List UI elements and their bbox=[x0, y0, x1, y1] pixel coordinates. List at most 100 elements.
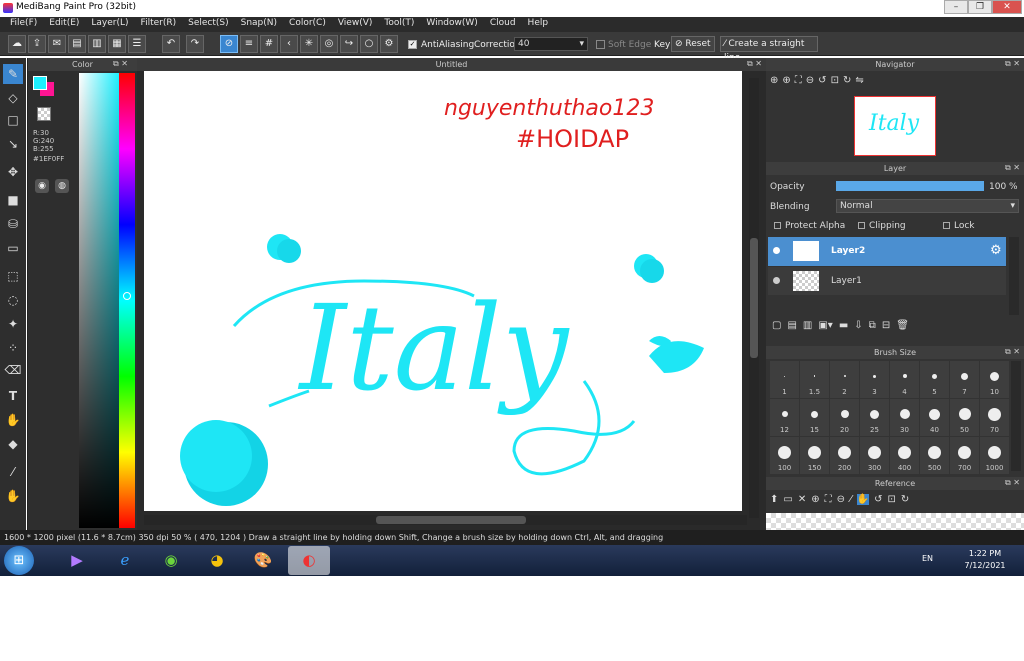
bucket-tool-icon[interactable]: ⛁ bbox=[3, 214, 23, 234]
merge-icon[interactable]: ⊟ bbox=[882, 320, 890, 331]
gear-icon[interactable]: ⚙ bbox=[990, 243, 1002, 258]
curve-snap-icon[interactable]: ↪ bbox=[340, 35, 358, 53]
soft-edge-checkbox[interactable] bbox=[596, 40, 605, 49]
document-icon[interactable]: ▥ bbox=[88, 35, 106, 53]
rotate-left-icon[interactable]: ↺ bbox=[874, 494, 882, 505]
menu-snap[interactable]: Snap(N) bbox=[235, 17, 283, 32]
brush-size-option[interactable]: 30 bbox=[890, 399, 919, 436]
reset-icon[interactable]: ⊡ bbox=[888, 494, 896, 505]
clock[interactable]: 1:22 PM 7/12/2021 bbox=[955, 548, 1015, 572]
brush-size-option[interactable]: 100 bbox=[770, 437, 799, 474]
internet-explorer-icon[interactable]: e bbox=[104, 546, 146, 575]
open-folder-icon[interactable]: ▭ bbox=[783, 494, 792, 505]
coc-coc-icon[interactable]: ◉ bbox=[150, 546, 192, 575]
fill-rect-icon[interactable]: ■ bbox=[3, 190, 23, 210]
brush-size-option[interactable]: 70 bbox=[980, 399, 1009, 436]
brush-scrollbar[interactable] bbox=[1011, 361, 1021, 471]
brush-size-option[interactable]: 25 bbox=[860, 399, 889, 436]
minimize-button[interactable]: – bbox=[944, 0, 968, 14]
magic-wand-icon[interactable]: ✦ bbox=[3, 314, 23, 334]
horizontal-scroll-thumb[interactable] bbox=[376, 516, 526, 524]
snap-settings-icon[interactable]: ⚙ bbox=[380, 35, 398, 53]
menu-edit[interactable]: Edit(E) bbox=[43, 17, 85, 32]
start-button[interactable]: ⊞ bbox=[4, 546, 34, 575]
eraser-tool-icon[interactable]: ◇ bbox=[3, 88, 23, 108]
gradient-tool-icon[interactable]: ▭ bbox=[3, 238, 23, 258]
brush-size-option[interactable]: 150 bbox=[800, 437, 829, 474]
layer-scrollbar[interactable] bbox=[1009, 237, 1019, 315]
panel-controls[interactable]: ⧉ ✕ bbox=[1005, 347, 1020, 357]
new-layer-icon[interactable]: ▢ bbox=[772, 320, 781, 331]
brush-size-option[interactable]: 500 bbox=[920, 437, 949, 474]
brush-size-option[interactable]: 10 bbox=[980, 361, 1009, 398]
snap-off-icon[interactable]: ⊘ bbox=[220, 35, 238, 53]
menu-help[interactable]: Help bbox=[522, 17, 555, 32]
brush-size-option[interactable]: 400 bbox=[890, 437, 919, 474]
concentric-snap-icon[interactable]: ◎ bbox=[320, 35, 338, 53]
close-button[interactable]: ✕ bbox=[992, 0, 1022, 14]
vertical-scroll-thumb[interactable] bbox=[750, 238, 758, 358]
select-pen-tool-icon[interactable]: ⁘ bbox=[3, 338, 23, 358]
hue-handle[interactable] bbox=[123, 292, 131, 300]
fit-window-icon[interactable]: ⛶ bbox=[795, 75, 802, 93]
zoom-in-icon[interactable]: ⊕ bbox=[811, 494, 819, 505]
zoom-out-icon[interactable]: ⊖ bbox=[837, 494, 845, 505]
redo-icon[interactable]: ↷ bbox=[186, 35, 204, 53]
zoom-in-icon[interactable]: ⊕ bbox=[782, 75, 790, 93]
hand-icon[interactable]: ✋ bbox=[856, 494, 870, 505]
menu-cloud[interactable]: Cloud bbox=[484, 17, 522, 32]
brush-size-option[interactable]: 12 bbox=[770, 399, 799, 436]
menu-color[interactable]: Color(C) bbox=[283, 17, 332, 32]
comment-icon[interactable]: ✉ bbox=[48, 35, 66, 53]
folder-icon[interactable]: ▬ bbox=[839, 320, 848, 331]
opacity-slider[interactable] bbox=[836, 181, 984, 191]
visual-studio-icon[interactable]: ▶ bbox=[56, 546, 98, 575]
duplicate-icon[interactable]: ⧉ bbox=[869, 320, 876, 331]
delete-layer-icon[interactable]: 🗑 bbox=[896, 320, 909, 331]
reset-button[interactable]: ⊘ Reset bbox=[671, 36, 715, 52]
menu-view[interactable]: View(V) bbox=[332, 17, 379, 32]
reset-view-icon[interactable]: ⊡ bbox=[831, 75, 839, 93]
correction-select[interactable]: 40 ▾ bbox=[514, 37, 588, 51]
brush-size-option[interactable]: 7 bbox=[950, 361, 979, 398]
operation-tool-icon[interactable]: ✋ bbox=[3, 410, 23, 430]
divide-tool-icon[interactable]: ◆ bbox=[3, 434, 23, 454]
move-tool-icon[interactable]: ✥ bbox=[3, 162, 23, 182]
menu-filter[interactable]: Filter(R) bbox=[135, 17, 183, 32]
create-straight-line-button[interactable]: ⁄ Create a straight line bbox=[720, 36, 818, 63]
eye-icon[interactable] bbox=[773, 247, 780, 254]
add-layer-menu-icon[interactable]: ▣▾ bbox=[818, 320, 832, 331]
flip-icon[interactable]: ⇋ bbox=[855, 75, 863, 93]
rotate-right-icon[interactable]: ↻ bbox=[843, 75, 851, 93]
new-halftone-layer-icon[interactable]: ▤ bbox=[787, 320, 796, 331]
brush-size-option[interactable]: 1 bbox=[770, 361, 799, 398]
new-8bit-layer-icon[interactable]: ▥ bbox=[803, 320, 812, 331]
cross-snap-icon[interactable]: # bbox=[260, 35, 278, 53]
brush-size-option[interactable]: 15 bbox=[800, 399, 829, 436]
share-icon[interactable]: ⇪ bbox=[28, 35, 46, 53]
text-tool-icon[interactable]: T bbox=[3, 386, 23, 406]
move-down-icon[interactable]: ⇩ bbox=[854, 320, 862, 331]
brush-size-option[interactable]: 3 bbox=[860, 361, 889, 398]
parallel-snap-icon[interactable]: ≡ bbox=[240, 35, 258, 53]
doc-controls[interactable]: ⧉ ✕ bbox=[747, 59, 762, 69]
lasso-icon[interactable]: ◌ bbox=[3, 290, 23, 310]
panel-controls[interactable]: ⧉ ✕ bbox=[1005, 478, 1020, 488]
radial-snap-icon[interactable]: ✳ bbox=[300, 35, 318, 53]
brush-size-option[interactable]: 5 bbox=[920, 361, 949, 398]
chat-icon[interactable]: ▤ bbox=[68, 35, 86, 53]
list-icon[interactable]: ☰ bbox=[128, 35, 146, 53]
brush-size-option[interactable]: 200 bbox=[830, 437, 859, 474]
brush-size-option[interactable]: 20 bbox=[830, 399, 859, 436]
medibang-icon[interactable]: ◐ bbox=[288, 546, 330, 575]
palette-add-icon[interactable]: ◍ bbox=[55, 179, 69, 193]
brush-size-option[interactable]: 700 bbox=[950, 437, 979, 474]
brush-size-option[interactable]: 40 bbox=[920, 399, 949, 436]
panel-controls[interactable]: ⧉ ✕ bbox=[1005, 59, 1020, 69]
eye-icon[interactable] bbox=[773, 277, 780, 284]
close-reference-icon[interactable]: ✕ bbox=[798, 494, 806, 505]
menu-select[interactable]: Select(S) bbox=[182, 17, 235, 32]
chrome-icon[interactable]: ◕ bbox=[196, 546, 238, 575]
circle-snap-icon[interactable]: ○ bbox=[360, 35, 378, 53]
fit-icon[interactable]: ⛶ bbox=[825, 494, 832, 505]
